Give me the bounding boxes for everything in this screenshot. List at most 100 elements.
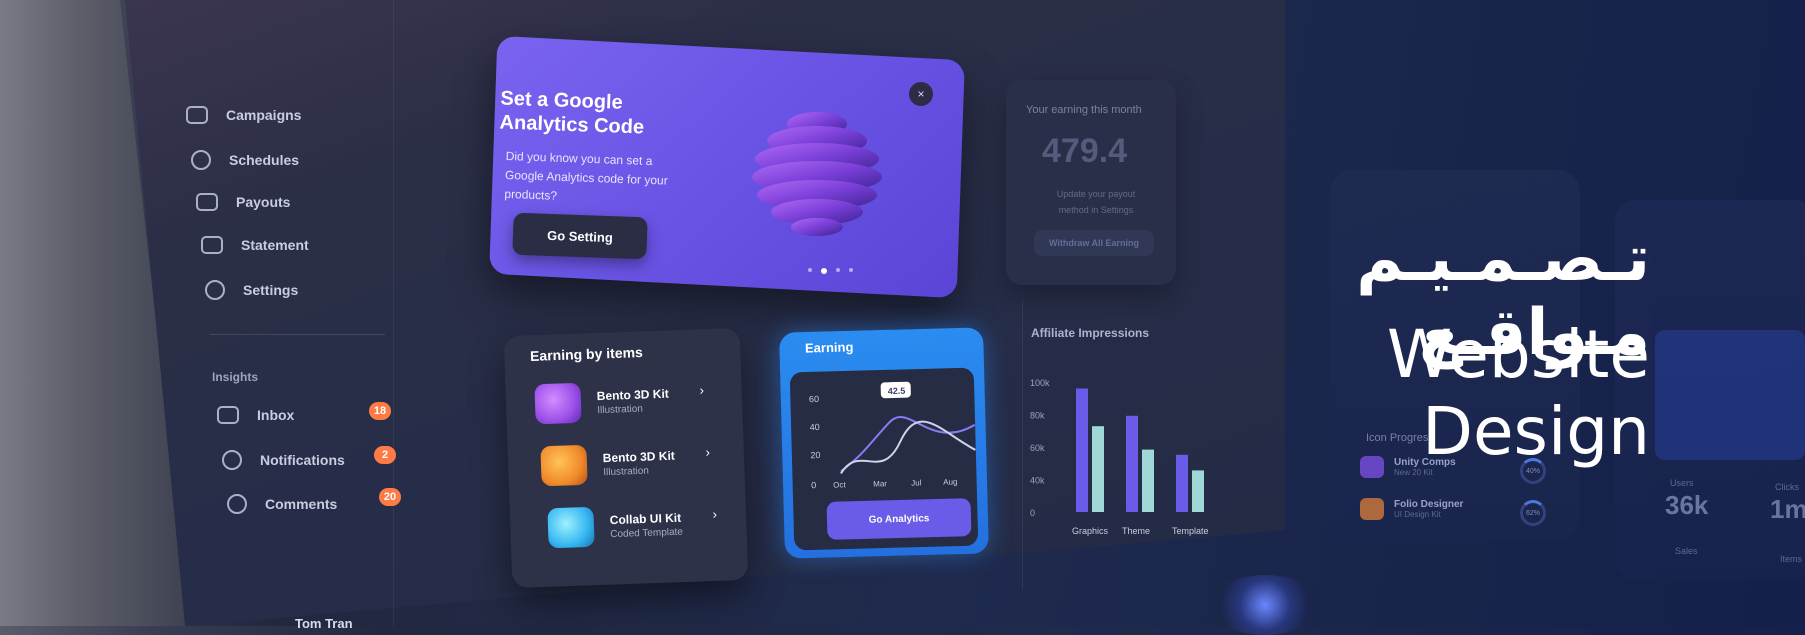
glass-orb: [1210, 575, 1320, 635]
comments-badge: 20: [379, 488, 401, 506]
inbox-badge: 18: [369, 402, 391, 420]
bar-chart-icon: [186, 106, 208, 124]
sidebar-item-label: Notifications: [260, 452, 345, 468]
promo-title: Set a Google Analytics Code: [499, 87, 645, 139]
earning-chart-title: Earning: [804, 339, 854, 356]
list-item[interactable]: Bento 3D Kit Illustration ›: [540, 442, 710, 487]
carousel-dot[interactable]: [849, 268, 853, 272]
y-tick: 20: [810, 450, 820, 460]
earning-month-label: Your earning this month: [1026, 104, 1142, 116]
promo-text: Did you know you can set a Google Analyt…: [504, 148, 668, 203]
item-thumbnail: [540, 444, 588, 487]
item-subtitle: Illustration: [597, 403, 644, 416]
earning-line-primary: [840, 416, 976, 473]
stat-label: Clicks: [1775, 482, 1799, 492]
y-tick: 0: [811, 480, 816, 490]
chevron-right-icon[interactable]: ›: [699, 382, 704, 397]
sidebar-item-statement[interactable]: Statement: [201, 236, 309, 254]
item-name: Bento 3D Kit: [602, 448, 675, 465]
progress-thumbnail: [1360, 498, 1384, 520]
y-tick: 60k: [1030, 443, 1045, 453]
stat-value: 36k: [1665, 490, 1709, 520]
user-name[interactable]: Tom Tran: [295, 616, 353, 631]
item-name: Bento 3D Kit: [596, 386, 669, 403]
bell-icon: [222, 450, 242, 470]
x-tick: Jul: [911, 478, 922, 487]
sidebar-separator: [210, 334, 385, 335]
compass-icon: [191, 150, 211, 170]
progress-sub: UI Design Kit: [1394, 510, 1441, 519]
progress-ring: 62%: [1520, 500, 1546, 526]
sidebar-item-schedules[interactable]: Schedules: [191, 150, 299, 170]
go-analytics-button[interactable]: Go Analytics: [826, 498, 972, 540]
bar: [1192, 470, 1204, 512]
x-tick: Template: [1172, 526, 1209, 536]
x-tick: Oct: [833, 480, 846, 489]
wallet-icon: [196, 193, 218, 211]
x-tick: Graphics: [1072, 526, 1109, 536]
close-icon[interactable]: ×: [909, 82, 933, 106]
item-thumbnail: [547, 506, 595, 549]
chevron-right-icon[interactable]: ›: [705, 444, 710, 459]
progress-name: Folio Designer: [1394, 499, 1464, 510]
carousel-dot[interactable]: [808, 268, 812, 272]
notifications-badge: 2: [374, 446, 396, 464]
section-label-insights: Insights: [212, 370, 259, 384]
y-tick: 100k: [1030, 378, 1050, 388]
mail-icon: [217, 406, 239, 424]
sidebar-item-label: Schedules: [229, 152, 300, 168]
headline-english: Website Design: [1386, 316, 1650, 470]
affiliate-divider: [1022, 300, 1023, 590]
sidebar-divider: [393, 0, 394, 626]
stat-value: 1m: [1770, 494, 1805, 524]
item-subtitle: Coded Template: [610, 526, 684, 540]
sphere-illustration: [752, 112, 882, 236]
footer-label: Items: [1780, 554, 1803, 564]
sidebar-item-notifications[interactable]: Notifications: [222, 450, 345, 470]
bar: [1092, 426, 1104, 512]
earning-line-chart: 60 40 20 0 42.5 Oct Mar Jul Aug: [809, 381, 976, 490]
list-item[interactable]: Collab UI Kit Coded Template ›: [547, 504, 717, 549]
chat-icon: [227, 494, 247, 514]
earning-line-secondary: [840, 420, 976, 474]
stat-label: Users: [1670, 478, 1694, 488]
y-tick: 60: [809, 394, 819, 404]
gear-icon: [205, 280, 225, 300]
sidebar-item-payouts[interactable]: Payouts: [196, 193, 290, 211]
y-tick: 40k: [1030, 476, 1045, 486]
document-icon: [201, 236, 223, 254]
y-tick: 40: [810, 422, 820, 432]
bar: [1126, 415, 1138, 512]
sidebar-item-label: Payouts: [236, 194, 291, 210]
item-thumbnail: [534, 382, 582, 425]
sidebar-item-label: Inbox: [257, 407, 295, 423]
go-setting-button[interactable]: Go Setting: [512, 212, 648, 260]
earning-month-note: Update your payout method in Settings: [1056, 189, 1136, 215]
sidebar-item-label: Statement: [241, 237, 309, 253]
sidebar-item-inbox[interactable]: Inbox: [217, 406, 294, 424]
sidebar-item-label: Settings: [243, 282, 299, 298]
progress-row[interactable]: Folio Designer UI Design Kit 62%: [1360, 498, 1546, 526]
sidebar-item-label: Comments: [265, 496, 338, 512]
carousel-dot[interactable]: [836, 268, 840, 272]
footer-label: Sales: [1675, 546, 1698, 556]
chart-panel: [1655, 330, 1805, 460]
carousel-dots[interactable]: [808, 268, 853, 274]
y-tick: 0: [1030, 508, 1035, 518]
earning-month-value: 479.4: [1042, 132, 1128, 170]
x-tick: Aug: [943, 477, 957, 486]
sidebar-item-comments[interactable]: Comments: [227, 494, 337, 514]
carousel-dot-active[interactable]: [821, 268, 827, 274]
x-tick: Mar: [873, 479, 887, 488]
list-item[interactable]: Bento 3D Kit Illustration ›: [534, 380, 704, 425]
tooltip-value: 42.5: [888, 386, 906, 396]
bar: [1076, 388, 1088, 512]
sidebar-item-settings[interactable]: Settings: [205, 280, 298, 300]
sidebar-item-label: Campaigns: [226, 107, 302, 123]
x-tick: Theme: [1122, 526, 1150, 536]
sidebar-item-campaigns[interactable]: Campaigns: [186, 106, 301, 124]
y-tick: 80k: [1030, 411, 1045, 421]
item-name: Collab UI Kit: [609, 510, 682, 527]
chevron-right-icon[interactable]: ›: [712, 506, 717, 521]
item-subtitle: Illustration: [603, 465, 650, 478]
